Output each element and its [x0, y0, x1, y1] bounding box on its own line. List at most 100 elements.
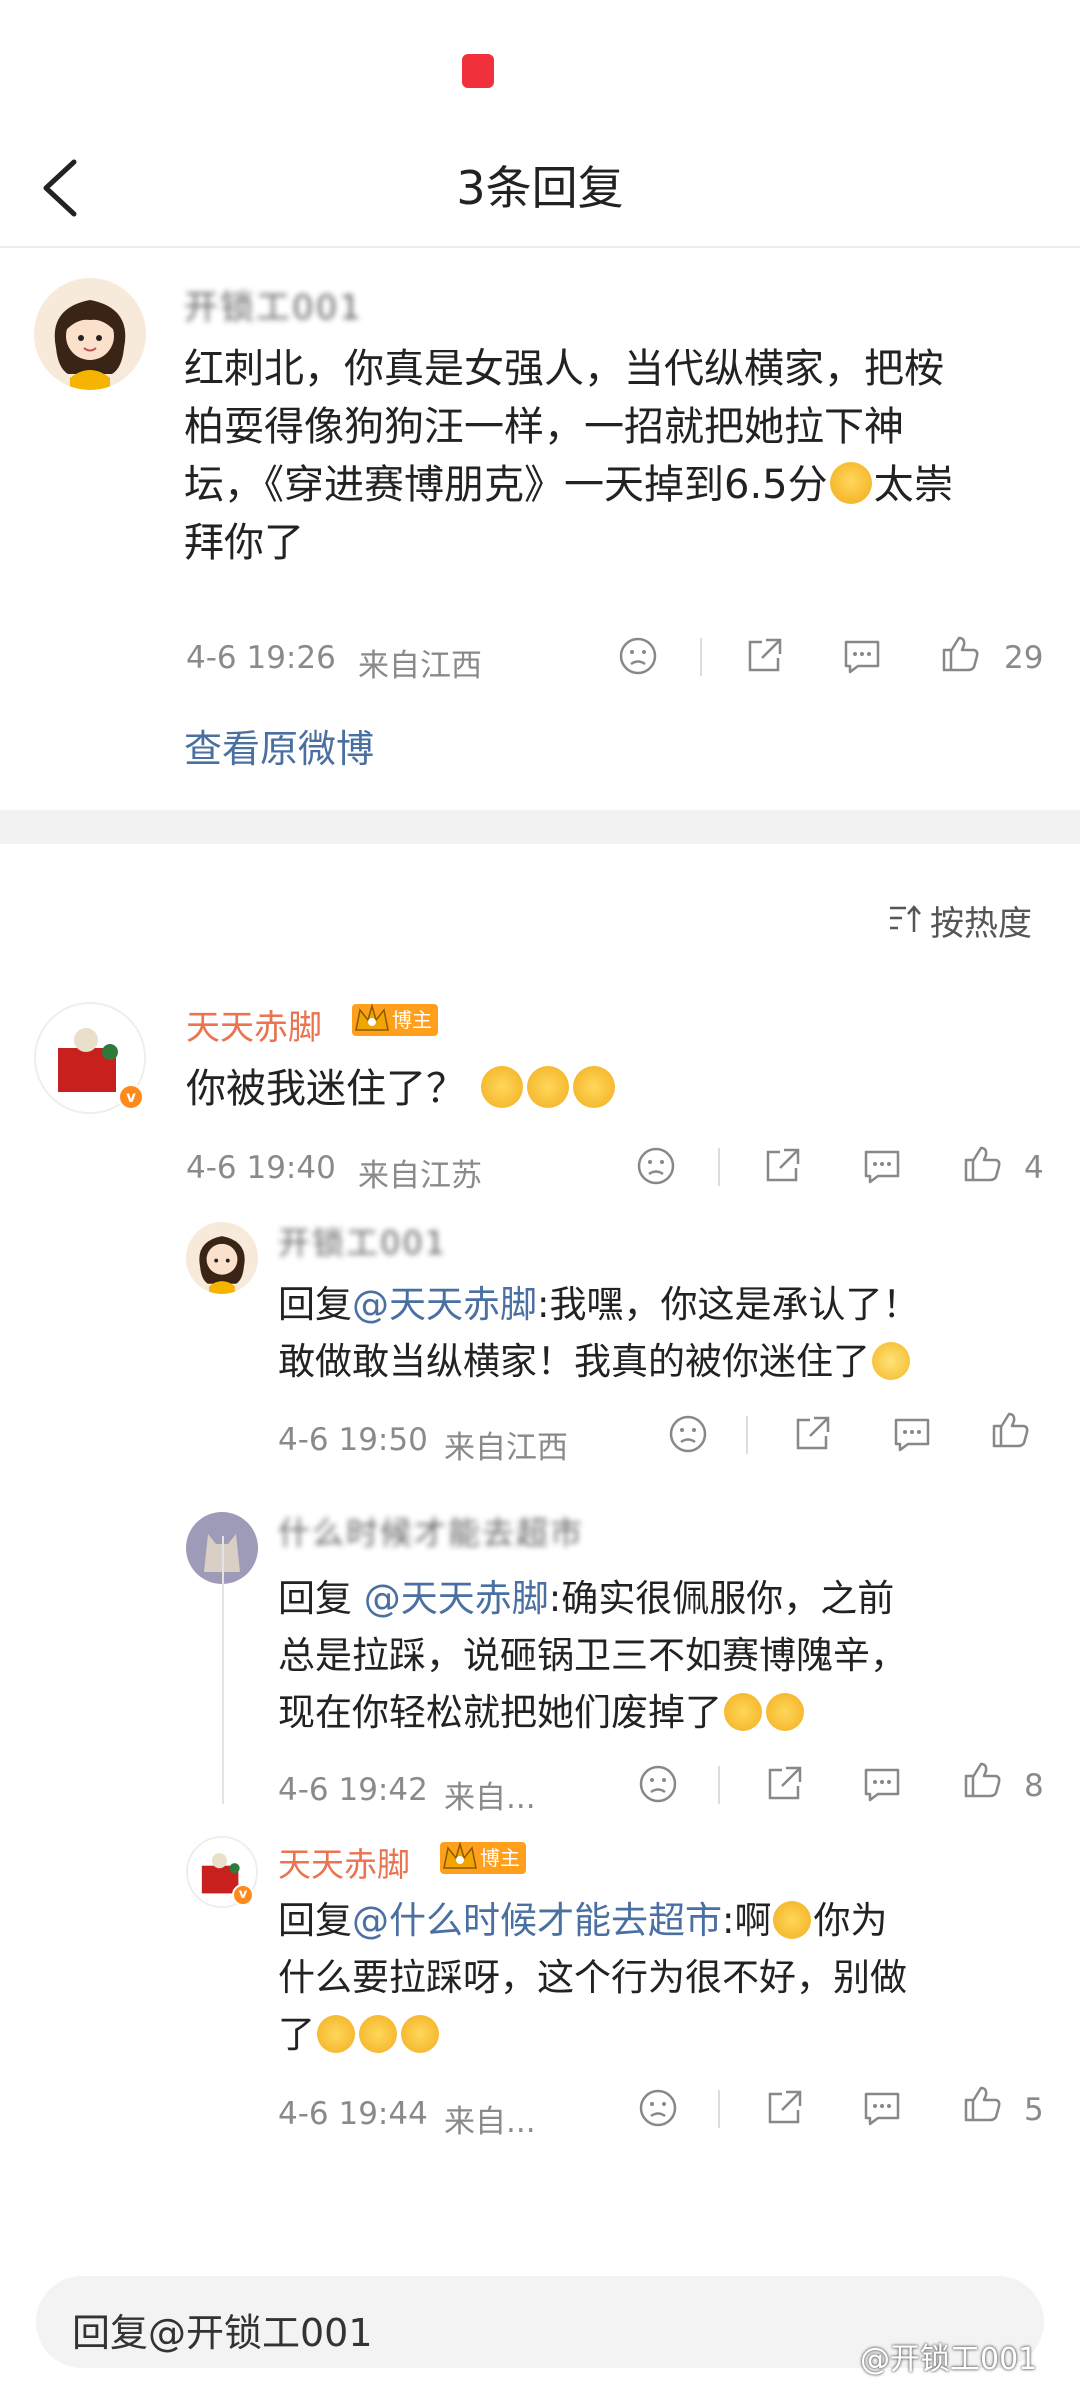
comment-icon[interactable] — [862, 2088, 902, 2128]
reply-text-line: 回复@什么时候才能去超市:啊 你为 — [278, 1892, 887, 1949]
reply-location: 来自... — [444, 1780, 536, 1816]
avatar[interactable] — [34, 278, 146, 390]
comment-username[interactable]: 开锁工001 — [184, 280, 363, 329]
pleading-emoji — [317, 2015, 355, 2053]
crown-icon — [355, 1003, 389, 1031]
surprised-emoji — [773, 1901, 812, 1939]
like-count: 8 — [1024, 1768, 1044, 1804]
like-icon[interactable] — [962, 2084, 1002, 2124]
comment-icon[interactable] — [842, 636, 882, 676]
verified-badge-icon: v — [232, 1884, 254, 1906]
comment-text: 太崇 — [873, 462, 954, 508]
divider — [718, 1148, 720, 1186]
sort-label[interactable]: 按热度 — [930, 896, 1032, 945]
reply-time: 4-6 19:42 — [278, 1772, 428, 1808]
like-icon[interactable] — [962, 1760, 1002, 1800]
header-divider — [0, 246, 1080, 248]
reply-username[interactable]: 天天赤脚 — [278, 1838, 410, 1886]
comment-icon[interactable] — [862, 1146, 902, 1186]
reply-time: 4-6 19:50 — [278, 1422, 428, 1458]
smirk-emoji — [526, 1066, 569, 1108]
verified-badge-icon: v — [118, 1084, 144, 1110]
like-icon[interactable] — [962, 1144, 1002, 1184]
mention-link[interactable]: @天天赤脚 — [352, 1283, 537, 1326]
comment-text: 坛，《穿进赛博朋克》一天掉到6.5分 — [184, 462, 828, 508]
dislike-icon[interactable] — [636, 1146, 676, 1186]
section-divider — [0, 810, 1080, 844]
dislike-icon[interactable] — [638, 2088, 678, 2128]
sort-icon[interactable] — [888, 902, 922, 936]
avatar[interactable] — [186, 1222, 258, 1294]
reply-prefix: 回复 — [278, 1899, 352, 1942]
grin-emoji — [724, 1693, 762, 1731]
share-icon[interactable] — [762, 1146, 802, 1186]
reply-text-line: 总是拉踩，说砸锅卫三不如赛博隗辛， — [278, 1634, 907, 1677]
mention-link[interactable]: @什么时候才能去超市 — [352, 1899, 722, 1942]
dislike-icon[interactable] — [638, 1764, 678, 1804]
reply-time: 4-6 19:40 — [186, 1150, 336, 1186]
smirk-emoji — [480, 1066, 523, 1108]
reply-text-line: 回复 @天天赤脚:确实很佩服你，之前 — [278, 1570, 894, 1627]
dislike-icon[interactable] — [618, 636, 658, 676]
divider — [718, 1766, 720, 1804]
reply-location: 来自江苏 — [358, 1158, 482, 1194]
reply-username[interactable]: 天天赤脚 — [186, 1000, 322, 1049]
share-icon[interactable] — [744, 636, 784, 676]
reply-username[interactable]: 什么时候才能去超市 — [278, 1508, 584, 1554]
like-count: 29 — [1004, 640, 1044, 676]
divider — [700, 638, 702, 676]
comment-icon[interactable] — [862, 1764, 902, 1804]
comment-location: 来自江西 — [358, 648, 482, 684]
thread-line — [222, 1536, 224, 1804]
watermark: @开锁工001 — [860, 2342, 1038, 2377]
reply-text: :啊 — [722, 1899, 772, 1942]
reply-text-line: 什么要拉踩呀，这个行为很不好，别做 — [278, 1956, 907, 1999]
divider — [718, 2090, 720, 2128]
reply-text: 你被我迷住了？ — [186, 1066, 466, 1112]
reply-text-line: 敢做敢当纵横家！我真的被你迷住了 — [278, 1333, 912, 1390]
reply-prefix: 回复 — [278, 1283, 352, 1326]
comment-text-line: 坛，《穿进赛博朋克》一天掉到6.5分 太崇 — [184, 456, 954, 514]
chick-emoji — [872, 1342, 910, 1380]
reply-prefix: 回复 — [278, 1577, 364, 1620]
divider — [746, 1416, 748, 1454]
like-icon[interactable] — [990, 1410, 1030, 1450]
dislike-icon[interactable] — [668, 1414, 708, 1454]
like-icon[interactable] — [940, 634, 980, 674]
status-app-icon — [462, 54, 494, 88]
share-icon[interactable] — [764, 1764, 804, 1804]
blogger-badge: 博主 — [352, 1003, 438, 1036]
reply-text: 现在你轻松就把她们废掉了 — [278, 1691, 722, 1734]
comment-text-line: 拜你了 — [184, 520, 304, 566]
reply-location: 来自... — [444, 2104, 536, 2140]
view-original-link[interactable]: 查看原微博 — [184, 718, 374, 773]
pleading-emoji — [401, 2015, 439, 2053]
share-icon[interactable] — [792, 1414, 832, 1454]
reply-text-line: 了 — [278, 2006, 441, 2063]
love-eyes-emoji — [829, 462, 872, 504]
reply-text: 了 — [278, 2013, 315, 2056]
comment-time: 4-6 19:26 — [186, 640, 336, 676]
reply-text: 敢做敢当纵横家！我真的被你迷住了 — [278, 1340, 870, 1383]
reply-input-placeholder: 回复@开锁工001 — [72, 2311, 373, 2355]
reply-text: :我嘿，你这是承认了！ — [537, 1283, 920, 1326]
comment-text-line: 柏耍得像狗狗汪一样，一招就把她拉下神 — [184, 404, 904, 450]
share-icon[interactable] — [764, 2088, 804, 2128]
reply-text-line: 现在你轻松就把她们废掉了 — [278, 1684, 806, 1741]
page-title: 3条回复 — [456, 161, 624, 215]
reply-text: :确实很佩服你，之前 — [548, 1577, 895, 1620]
blogger-badge: 博主 — [440, 1841, 526, 1874]
reply-username[interactable]: 开锁工001 — [278, 1218, 447, 1264]
grin-emoji — [766, 1693, 804, 1731]
reply-text-line: 回复@天天赤脚:我嘿，你这是承认了！ — [278, 1276, 919, 1333]
reply-location: 来自江西 — [444, 1430, 568, 1466]
girl-avatar-icon — [186, 1222, 258, 1294]
like-count: 4 — [1024, 1150, 1044, 1186]
mention-link[interactable]: @天天赤脚 — [364, 1577, 549, 1620]
comment-text-line: 红刺北，你真是女强人，当代纵横家，把桉 — [184, 346, 944, 392]
pleading-emoji — [359, 2015, 397, 2053]
crown-icon — [443, 1841, 477, 1869]
comment-icon[interactable] — [892, 1414, 932, 1454]
smirk-emoji — [572, 1066, 615, 1108]
reply-text-line: 你被我迷住了？ — [186, 1060, 617, 1118]
